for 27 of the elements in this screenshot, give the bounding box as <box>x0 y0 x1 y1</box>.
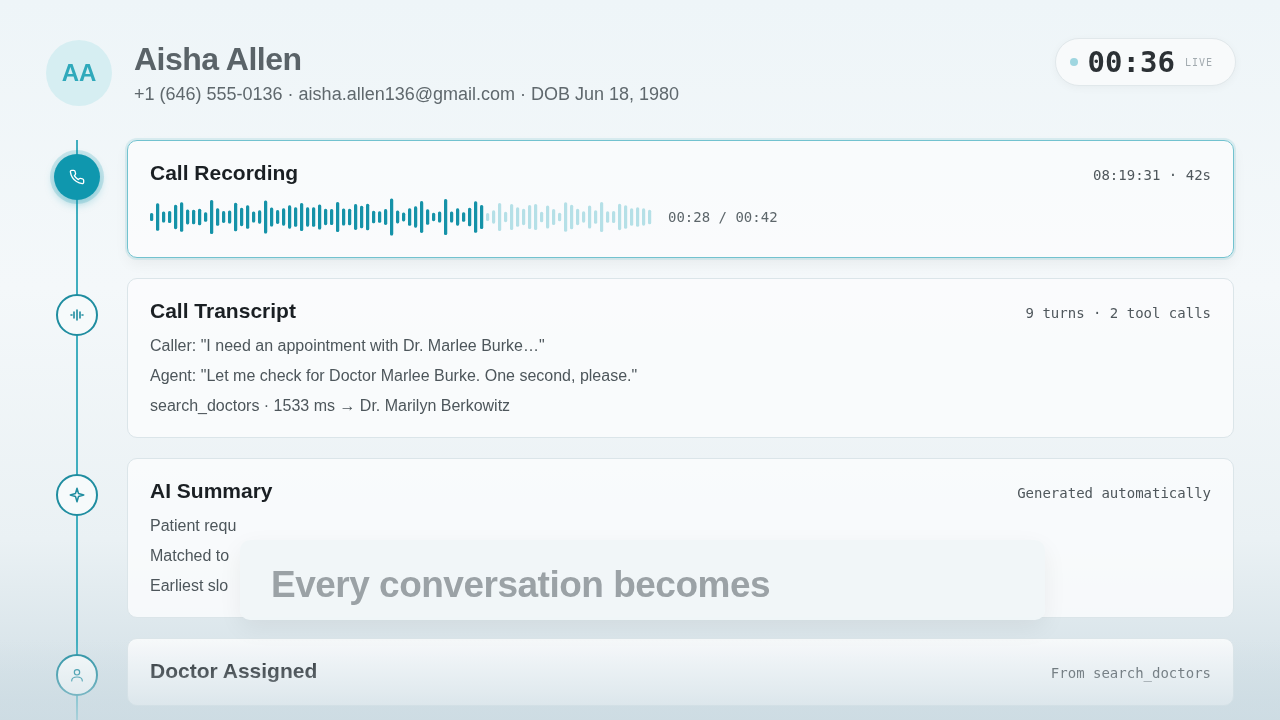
card-line: Caller: "I need an appointment with Dr. Marlee Burke…" <box>150 337 545 355</box>
card-line: Earliest slo <box>150 577 229 595</box>
card-meta: 08:19:31 · 42s <box>1093 167 1211 183</box>
patient-details: +1 (646) 555-0136 · aisha.allen136@gmail.com · DOB Jun 18, 1980 <box>134 84 681 105</box>
card-title: Doctor Assigned <box>150 659 318 683</box>
waveform-icon <box>69 307 85 323</box>
card-title: Call Transcript <box>150 299 296 323</box>
card-title: Call Recording <box>150 161 299 185</box>
card-line: Agent: "Let me check for Doctor Marlee Burke. One second, please." <box>150 367 638 385</box>
live-dot <box>1069 58 1078 66</box>
card-line: Patient requ <box>150 517 237 535</box>
person-icon <box>69 667 85 683</box>
patient-name: Aisha Allen <box>134 41 303 78</box>
phone-icon <box>69 169 85 185</box>
card-line: Matched to <box>150 547 230 565</box>
card-meta: From search_doctors <box>1050 665 1211 681</box>
avatar: AA <box>46 40 112 106</box>
card-meta: 9 turns · 2 tool calls <box>1025 305 1211 321</box>
caption-overlay: Every conversation becomes <box>240 540 1045 620</box>
card-title: AI Summary <box>150 479 273 503</box>
card-meta: Generated automatically <box>1017 485 1211 501</box>
live-label: LIVE <box>1184 56 1213 68</box>
audio-waveform[interactable] <box>150 197 654 237</box>
timer-time: 00:36 <box>1087 45 1175 79</box>
playback-time: 00:28 / 00:42 <box>668 209 778 225</box>
card-line: search_doctors · 1533 ms → Dr. Marilyn Berkowitz <box>150 397 511 415</box>
sparkle-icon <box>68 486 86 504</box>
